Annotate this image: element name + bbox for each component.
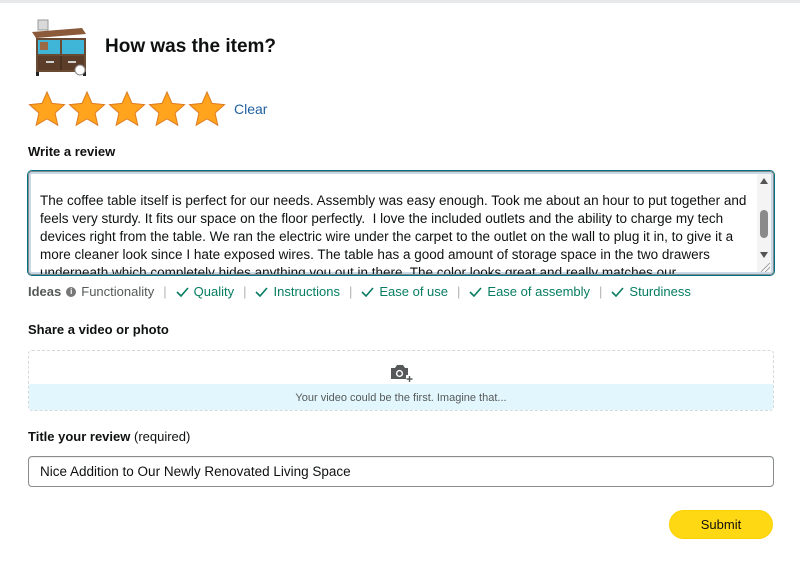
product-header: How was the item? [28,18,276,76]
checkmark-icon [255,286,269,297]
idea-ease-of-use[interactable]: Ease of use [361,284,448,299]
star-icon-4[interactable] [148,90,186,128]
ideas-title: Ideas [28,284,62,299]
idea-label: Sturdiness [629,284,691,299]
star-icon-3[interactable] [108,90,146,128]
idea-sturdiness[interactable]: Sturdiness [611,284,691,299]
star-icon-2[interactable] [68,90,106,128]
star-icon-5[interactable] [188,90,226,128]
review-title-input[interactable] [28,456,774,487]
review-ideas: Ideas i Functionality | Quality | Instru… [28,284,691,299]
info-icon[interactable]: i [66,286,77,297]
scroll-up-icon[interactable] [760,178,768,184]
star-icon-1[interactable] [28,90,66,128]
checkmark-icon [361,286,374,297]
product-thumbnail [28,18,90,76]
share-media-label: Share a video or photo [28,322,169,337]
idea-label: Ease of assembly [487,284,591,299]
idea-label: Ease of use [379,284,449,299]
review-scrollbar[interactable] [757,174,771,272]
scroll-down-icon[interactable] [760,252,768,258]
checkmark-icon [176,286,189,297]
clear-rating-link[interactable]: Clear [234,101,267,117]
scroll-thumb[interactable] [760,210,768,238]
title-review-label: Title your review (required) [28,429,190,444]
idea-quality[interactable]: Quality [176,284,234,299]
idea-ease-of-assembly[interactable]: Ease of assembly [469,284,590,299]
separator: | [457,284,461,299]
required-note: (required) [133,429,191,444]
checkmark-icon [611,286,625,297]
idea-label: Quality [193,284,235,299]
idea-label: Instructions [273,284,340,299]
title-label-text: Title your review [28,429,131,444]
review-text[interactable]: The coffee table itself is perfect for o… [40,192,751,274]
separator: | [163,284,167,299]
camera-plus-icon[interactable] [389,363,413,383]
media-upload-dropzone[interactable]: Your video could be the first. Imagine t… [28,350,774,411]
top-divider [0,0,800,3]
checkmark-icon [469,286,483,297]
separator: | [599,284,603,299]
review-textarea[interactable]: The coffee table itself is perfect for o… [28,171,774,275]
star-rating: Clear [28,90,267,128]
idea-instructions[interactable]: Instructions [255,284,340,299]
separator: | [243,284,247,299]
separator: | [348,284,353,299]
submit-button[interactable]: Submit [669,510,773,539]
resize-grip-icon[interactable] [761,263,770,272]
upload-prompt: Your video could be the first. Imagine t… [295,392,507,404]
page-title: How was the item? [105,36,277,57]
idea-functionality[interactable]: Functionality [81,284,154,299]
write-review-label: Write a review [28,144,116,159]
